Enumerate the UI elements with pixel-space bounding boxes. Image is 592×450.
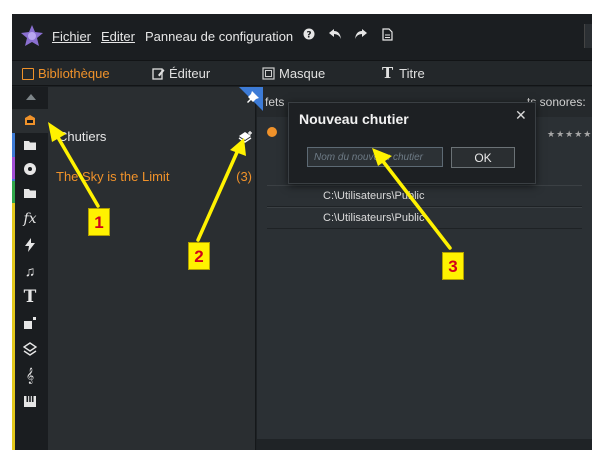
window-edge (584, 24, 592, 48)
add-bin-icon[interactable] (238, 131, 254, 147)
annotation-badge-3: 3 (442, 252, 464, 280)
annotation-badge-1: 1 (88, 208, 110, 236)
menu-editer[interactable]: Editer (101, 29, 135, 44)
folder-icon[interactable] (12, 181, 48, 205)
bins-panel: Chutiers The Sky is the Limit (3) (48, 87, 256, 450)
menu-fichier[interactable]: Fichier (52, 29, 91, 44)
folder-icon[interactable] (12, 133, 48, 157)
layers-icon[interactable] (12, 337, 48, 361)
tab-masque[interactable]: Masque (262, 66, 325, 81)
tab-titre[interactable]: T Titre (382, 64, 425, 82)
close-icon[interactable]: ✕ (515, 107, 527, 124)
tab-bibliotheque[interactable]: Bibliothèque (22, 66, 110, 81)
montage-icon[interactable] (12, 311, 48, 335)
menu-bar: Fichier Editer Panneau de configuration … (12, 14, 592, 60)
mask-icon (262, 67, 275, 80)
redo-icon[interactable] (354, 28, 368, 44)
library-footer (257, 439, 592, 450)
menu-panneau-de-configuration[interactable]: Panneau de configuration (145, 29, 293, 44)
music-note-icon[interactable]: ♫ (12, 259, 48, 283)
ok-button[interactable]: OK (451, 147, 515, 168)
library-tab-effects[interactable]: fets (265, 95, 284, 109)
piano-keys-icon[interactable] (12, 389, 48, 413)
annotation-badge-2: 2 (188, 242, 210, 270)
effects-fx-icon[interactable]: fx (12, 207, 48, 231)
new-bin-dialog: Nouveau chutier ✕ OK (288, 102, 536, 184)
file-path-row[interactable]: C:\Utilisateurs\Public (267, 207, 582, 229)
library-icon (22, 67, 34, 80)
bins-icon[interactable] (12, 109, 48, 133)
category-icon-strip: fx ♫ T 𝄞 (12, 87, 48, 450)
bins-header: Chutiers (58, 129, 107, 144)
transition-bolt-icon[interactable] (12, 233, 48, 257)
title-t-icon[interactable]: T (12, 285, 48, 309)
file-path-row[interactable]: C:\Utilisateurs\Public (267, 185, 582, 207)
status-dot-icon (267, 127, 277, 137)
scroll-up-icon[interactable] (26, 94, 36, 100)
undo-icon[interactable] (328, 28, 342, 44)
tab-bar: Bibliothèque Éditeur Masque T Titre (12, 60, 592, 86)
tab-editeur[interactable]: Éditeur (152, 66, 210, 81)
bin-name-input[interactable] (307, 147, 443, 167)
bin-item-count: (3) (236, 169, 252, 184)
pin-icon[interactable] (239, 87, 263, 111)
audio-clef-icon[interactable]: 𝄞 (12, 363, 48, 387)
library-tab-sounds[interactable]: ts sonores: ( (527, 95, 592, 123)
help-icon[interactable]: ? (302, 28, 316, 44)
dialog-title: Nouveau chutier (299, 111, 409, 127)
document-icon[interactable] (380, 28, 394, 44)
edit-icon (152, 68, 165, 80)
bin-item-label: The Sky is the Limit (56, 169, 170, 184)
app-logo-icon (21, 25, 43, 46)
media-disc-icon[interactable] (12, 157, 48, 181)
title-icon: T (382, 64, 394, 82)
rating-stars[interactable]: ★★★★★ (547, 129, 592, 140)
bin-item[interactable]: The Sky is the Limit (3) (56, 169, 252, 184)
svg-text:?: ? (306, 30, 311, 40)
